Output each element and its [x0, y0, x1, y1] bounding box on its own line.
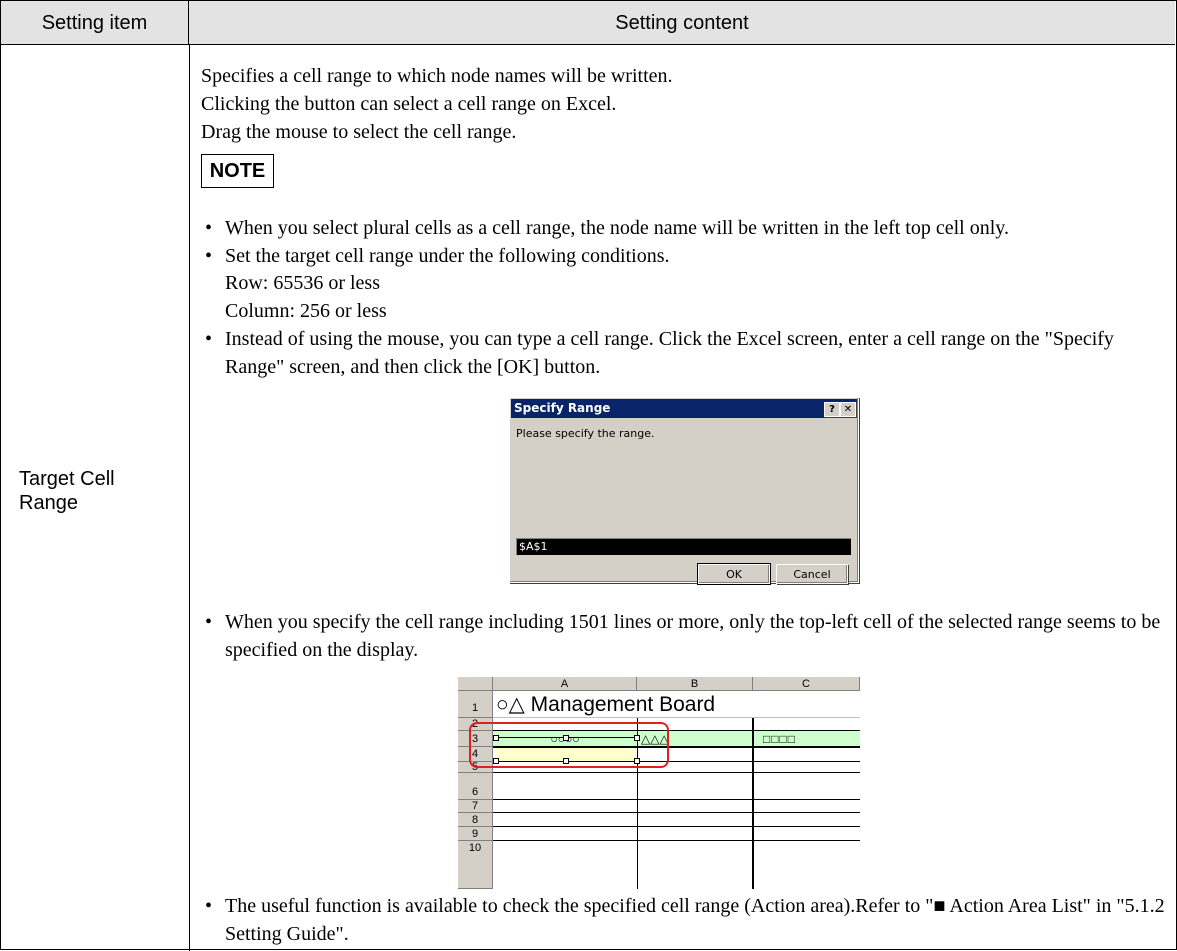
- resize-handle: [563, 758, 569, 764]
- range-input[interactable]: $A$1: [516, 538, 851, 555]
- dialog-title: Specify Range: [514, 401, 611, 415]
- condition-row: Row: 65536 or less: [225, 272, 380, 294]
- resize-handle: [634, 758, 640, 764]
- column-header-b: B: [637, 677, 753, 691]
- bullet-dot: •: [205, 217, 213, 239]
- bullet-dot: •: [205, 895, 213, 917]
- ok-button[interactable]: OK: [697, 563, 771, 585]
- close-icon[interactable]: ✕: [840, 402, 856, 417]
- note-label: NOTE: [201, 154, 274, 188]
- column-header-c: C: [753, 677, 860, 691]
- bullet-text: Set the target cell range under the foll…: [225, 245, 670, 267]
- bullet-text: The useful function is available to chec…: [225, 895, 1165, 945]
- header-setting-content: Setting content: [615, 11, 749, 34]
- header-setting-item: Setting item: [1, 1, 189, 45]
- specify-range-dialog: Specify Range ? ✕ Please specify the ran…: [509, 397, 859, 585]
- bullet-dot: •: [205, 611, 213, 633]
- row-header-8: 8: [458, 813, 493, 827]
- resize-handle: [563, 735, 569, 741]
- row-header-1: 1: [458, 691, 493, 718]
- row-header-10: 10: [458, 841, 493, 889]
- gridline: [493, 799, 860, 800]
- condition-column: Column: 256 or less: [225, 300, 387, 322]
- resize-handle: [493, 735, 499, 741]
- bullet-text: When you select plural cells as a cell r…: [225, 217, 1009, 239]
- gridline: [493, 812, 860, 813]
- intro-line-2: Clicking the button can select a cell ra…: [201, 93, 617, 115]
- row-header-6: 6: [458, 773, 493, 800]
- corner-header: [458, 677, 493, 691]
- resize-handle: [493, 758, 499, 764]
- row3-cell-c: □□□□: [763, 732, 796, 746]
- gridline: [752, 718, 754, 889]
- bullet-dot: •: [205, 328, 213, 350]
- dialog-message: Please specify the range.: [516, 427, 655, 440]
- resize-handle: [634, 735, 640, 741]
- gridline: [493, 772, 860, 773]
- title-cell: ○△ Management Board: [496, 693, 716, 716]
- gridline: [493, 717, 860, 718]
- row-header-9: 9: [458, 827, 493, 841]
- cancel-button[interactable]: Cancel: [776, 564, 848, 584]
- settings-table: Setting item Setting content Target Cell…: [0, 0, 1177, 951]
- bullet-text: Instead of using the mouse, you can type…: [225, 328, 1114, 378]
- bullet-text: When you specify the cell range includin…: [225, 611, 1161, 661]
- intro-line-3: Drag the mouse to select the cell range.: [201, 121, 517, 143]
- table-header: Setting item Setting content: [1, 1, 1175, 45]
- dialog-title-bar: Specify Range ? ✕: [511, 399, 857, 418]
- intro-line-1: Specifies a cell range to which node nam…: [201, 65, 673, 87]
- gridline: [493, 840, 860, 841]
- column-divider: [189, 45, 190, 951]
- row-header-7: 7: [458, 800, 493, 813]
- bullet-dot: •: [205, 245, 213, 267]
- setting-item-label: Target Cell Range: [19, 468, 115, 514]
- spreadsheet-image: A B C 1 2 3 4 5 6 7 8 9 10 ○△ Management…: [458, 677, 860, 889]
- column-header-a: A: [493, 677, 637, 691]
- help-button[interactable]: ?: [824, 402, 840, 417]
- gridline: [493, 826, 860, 827]
